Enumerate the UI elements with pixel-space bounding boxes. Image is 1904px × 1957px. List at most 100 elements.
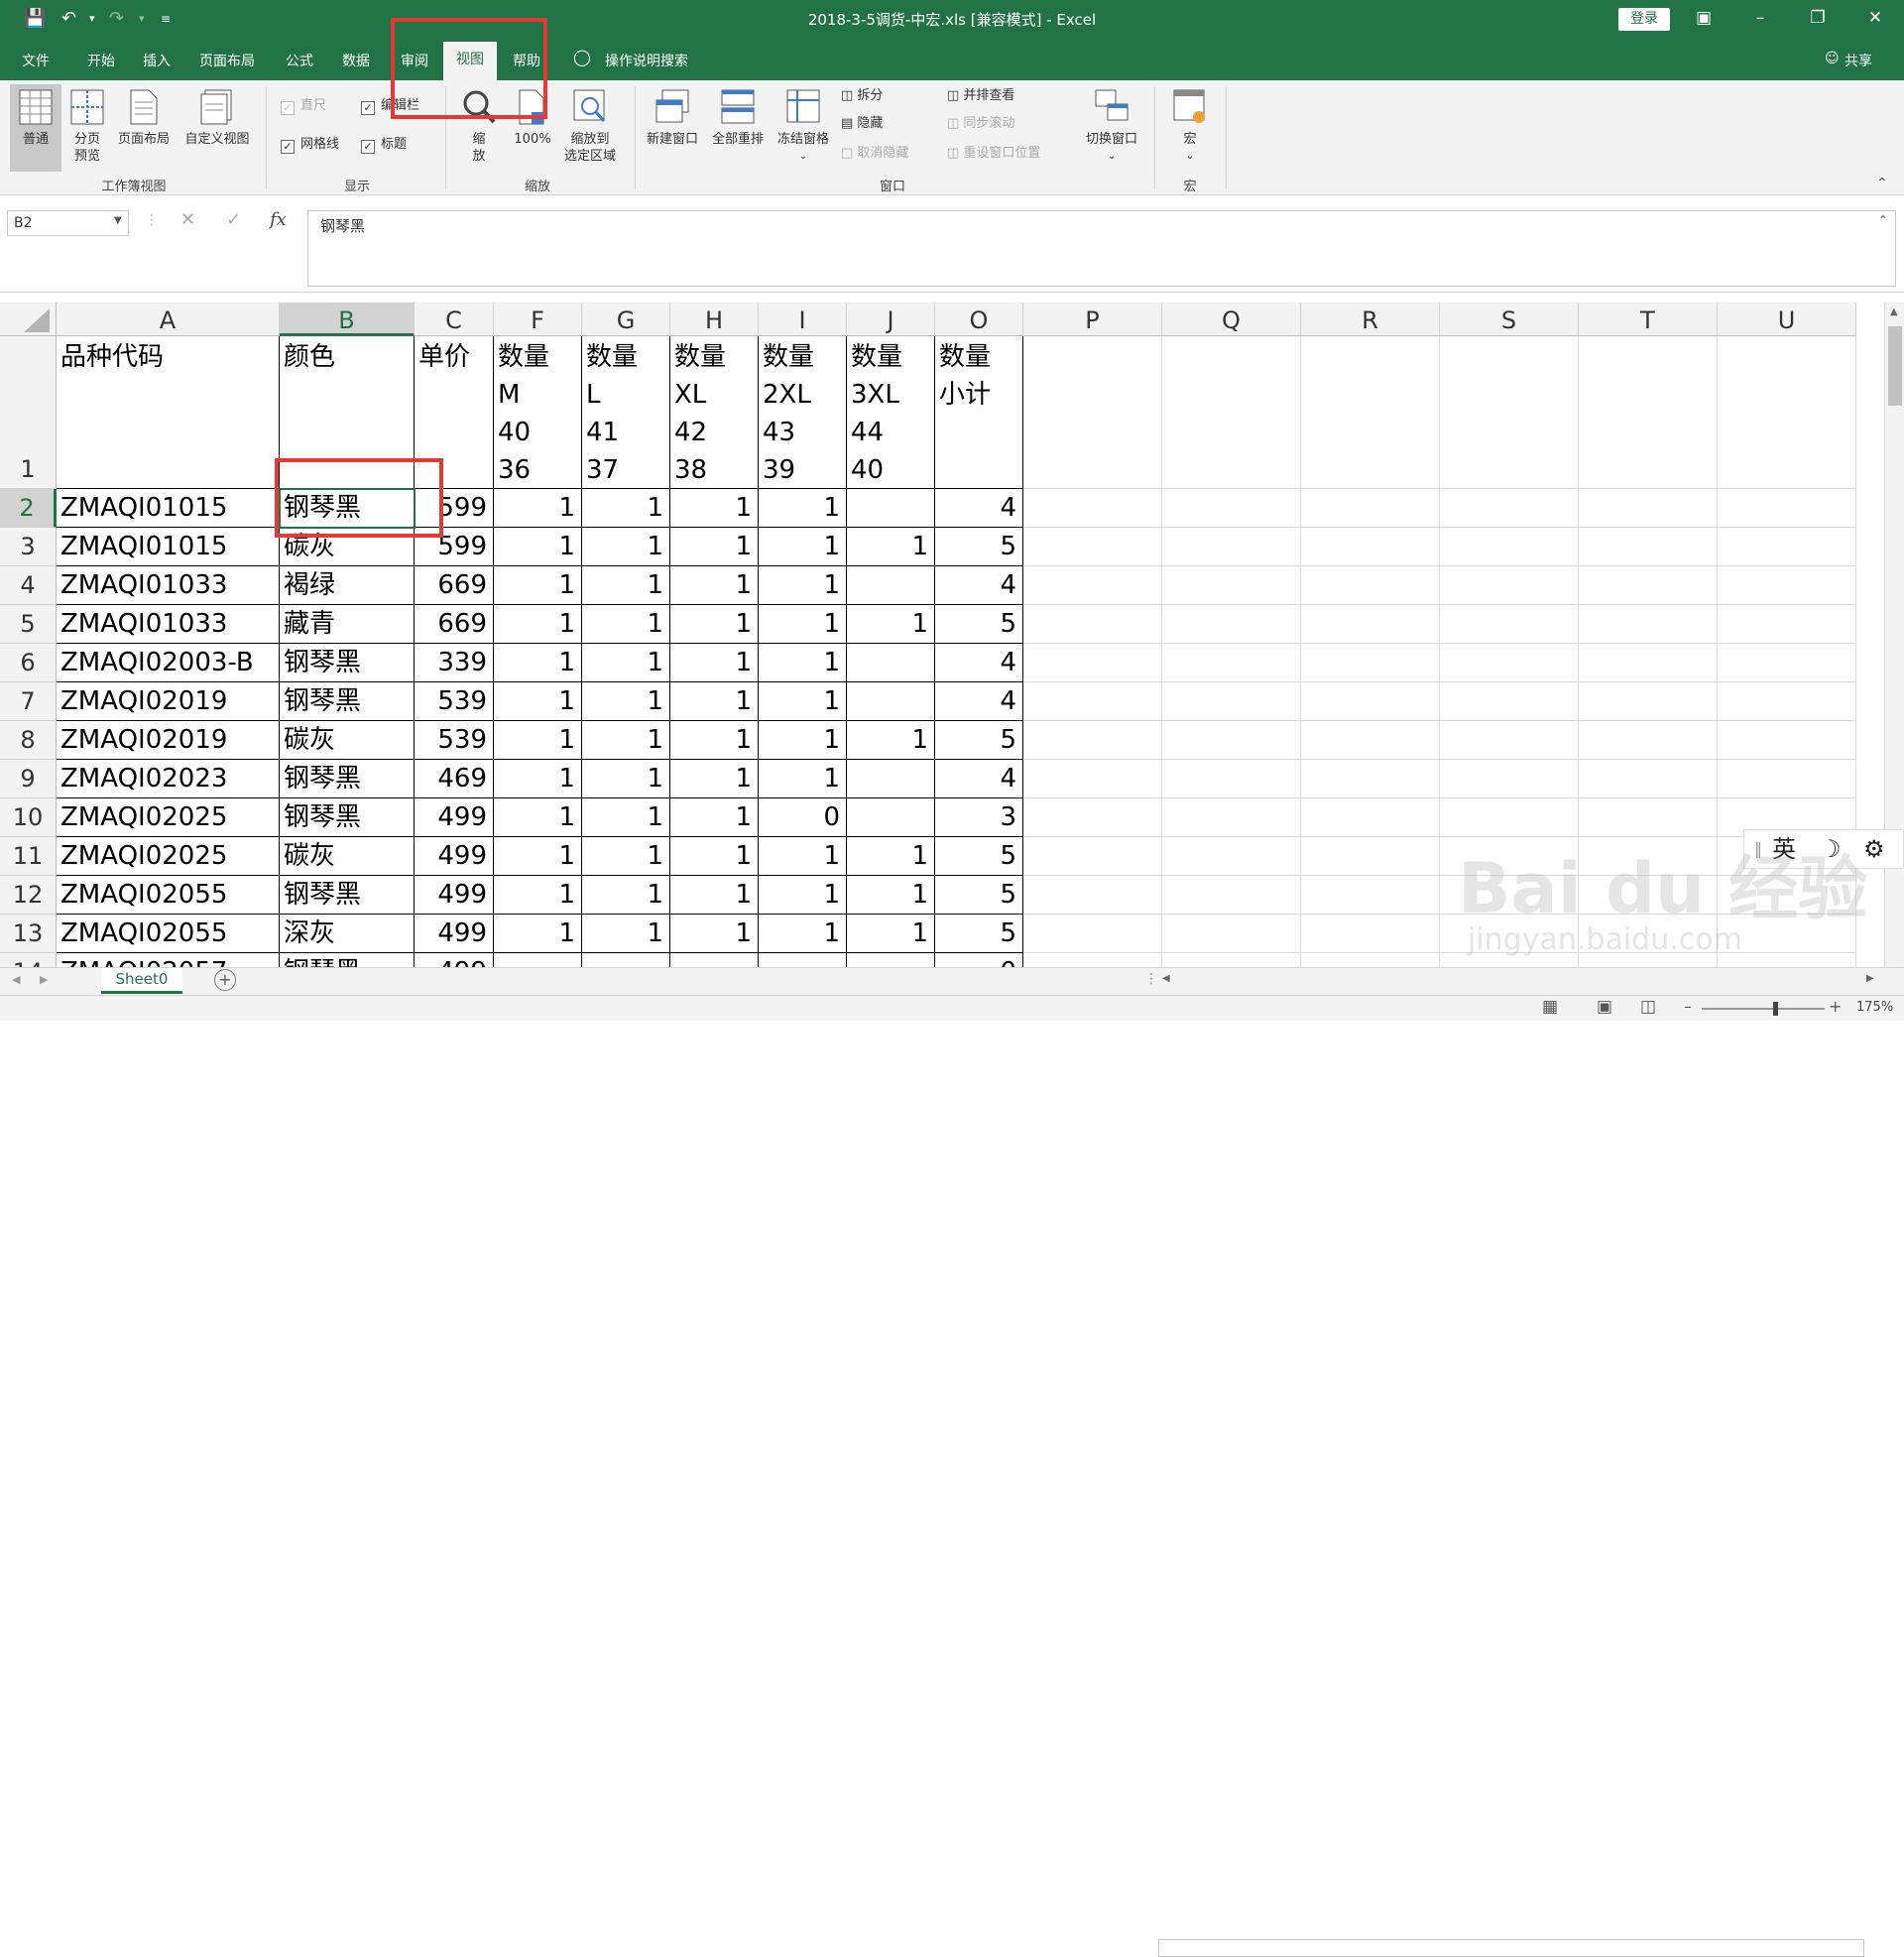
cell-i10[interactable]: 0 — [759, 798, 847, 837]
cell-i9[interactable]: 1 — [759, 760, 847, 798]
empty-cell[interactable] — [1162, 528, 1301, 566]
cell-g9[interactable]: 1 — [582, 760, 670, 798]
header-cell-i[interactable]: 数量 2XL 43 39 — [759, 336, 847, 489]
empty-cell[interactable] — [1579, 528, 1718, 566]
cell-j2[interactable] — [847, 489, 935, 528]
share-button[interactable]: 共享 — [1844, 51, 1872, 70]
column-header-h[interactable]: H — [670, 303, 759, 336]
tab-formulas[interactable]: 公式 — [286, 51, 313, 70]
column-header-q[interactable]: Q — [1162, 303, 1301, 336]
empty-cell[interactable] — [1301, 837, 1440, 876]
empty-cell[interactable] — [1162, 953, 1301, 967]
cell-c11[interactable]: 499 — [415, 837, 494, 876]
vertical-scroll-thumb[interactable] — [1888, 326, 1902, 406]
zoom-to-selection-button[interactable]: 缩放到 选定区域 — [557, 84, 623, 165]
row-header-8[interactable]: 8 — [0, 721, 57, 760]
empty-cell[interactable] — [1440, 644, 1579, 682]
cell-f8[interactable]: 1 — [494, 721, 582, 760]
header-cell-h[interactable]: 数量 XL 42 38 — [670, 336, 759, 489]
cell-o5[interactable]: 5 — [935, 605, 1023, 644]
normal-view-button[interactable]: 普通 — [10, 84, 61, 172]
cell-h13[interactable]: 1 — [670, 915, 759, 953]
close-icon[interactable]: ✕ — [1860, 6, 1890, 30]
cell-b11[interactable]: 碳灰 — [280, 837, 415, 876]
row-header-3[interactable]: 3 — [0, 528, 57, 566]
cell-h8[interactable]: 1 — [670, 721, 759, 760]
cell-h14[interactable] — [670, 953, 759, 967]
empty-cell[interactable] — [1718, 721, 1856, 760]
empty-cell[interactable] — [1718, 682, 1856, 721]
empty-cell[interactable] — [1579, 721, 1718, 760]
column-header-c[interactable]: C — [415, 303, 494, 336]
tab-insert[interactable]: 插入 — [143, 51, 171, 70]
cell-h2[interactable]: 1 — [670, 489, 759, 528]
horizontal-scrollbar[interactable] — [1158, 1939, 1864, 1957]
cell-f12[interactable]: 1 — [494, 876, 582, 915]
empty-cell[interactable] — [1718, 644, 1856, 682]
cell-b8[interactable]: 碳灰 — [280, 721, 415, 760]
cell-b14[interactable]: 钢琴黑 — [280, 953, 415, 967]
cell-i7[interactable]: 1 — [759, 682, 847, 721]
empty-cell[interactable] — [1162, 798, 1301, 837]
row-header-1[interactable]: 1 — [0, 336, 57, 489]
column-header-a[interactable]: A — [57, 303, 280, 336]
switch-windows-button[interactable]: 切换窗口 ⌄ — [1077, 84, 1146, 165]
normal-view-status-icon[interactable]: ▦ — [1542, 997, 1558, 1017]
zoom-level[interactable]: 175% — [1856, 1000, 1893, 1015]
cell-j11[interactable]: 1 — [847, 837, 935, 876]
header-cell-a[interactable]: 品种代码 — [57, 336, 280, 489]
cell-h10[interactable]: 1 — [670, 798, 759, 837]
cell-i13[interactable]: 1 — [759, 915, 847, 953]
column-header-u[interactable]: U — [1718, 303, 1856, 336]
column-header-p[interactable]: P — [1023, 303, 1162, 336]
select-all-corner[interactable] — [0, 303, 57, 336]
cell-a4[interactable]: ZMAQI01033 — [57, 566, 280, 605]
empty-cell[interactable] — [1301, 721, 1440, 760]
cell-f5[interactable]: 1 — [494, 605, 582, 644]
share-user-icon[interactable]: ☺ — [1825, 51, 1840, 66]
cell-j12[interactable]: 1 — [847, 876, 935, 915]
cell-b6[interactable]: 钢琴黑 — [280, 644, 415, 682]
cell-a8[interactable]: ZMAQI02019 — [57, 721, 280, 760]
empty-cell[interactable] — [1162, 760, 1301, 798]
header-cell-j[interactable]: 数量 3XL 44 40 — [847, 336, 935, 489]
custom-views-button[interactable]: 自定义视图 — [178, 84, 256, 148]
cell-j5[interactable]: 1 — [847, 605, 935, 644]
tell-me-search[interactable]: 操作说明搜索 — [605, 51, 688, 70]
cell-f7[interactable]: 1 — [494, 682, 582, 721]
cell-b4[interactable]: 褐绿 — [280, 566, 415, 605]
cell-b12[interactable]: 钢琴黑 — [280, 876, 415, 915]
tab-home[interactable]: 开始 — [87, 51, 115, 70]
empty-cell[interactable] — [1301, 605, 1440, 644]
column-header-t[interactable]: T — [1579, 303, 1718, 336]
cell-a12[interactable]: ZMAQI02055 — [57, 876, 280, 915]
tab-data[interactable]: 数据 — [342, 51, 370, 70]
cell-f14[interactable] — [494, 953, 582, 967]
empty-cell[interactable] — [1162, 644, 1301, 682]
empty-cell[interactable] — [1718, 566, 1856, 605]
empty-cell[interactable] — [1440, 336, 1579, 489]
restore-icon[interactable]: ❐ — [1803, 6, 1833, 30]
column-header-i[interactable]: I — [759, 303, 847, 336]
column-header-g[interactable]: G — [582, 303, 670, 336]
empty-cell[interactable] — [1301, 566, 1440, 605]
scroll-right-icon[interactable]: ▶ — [1866, 973, 1874, 984]
empty-cell[interactable] — [1301, 798, 1440, 837]
cell-c4[interactable]: 669 — [415, 566, 494, 605]
empty-cell[interactable] — [1579, 760, 1718, 798]
empty-cell[interactable] — [1162, 721, 1301, 760]
cell-a7[interactable]: ZMAQI02019 — [57, 682, 280, 721]
cell-i8[interactable]: 1 — [759, 721, 847, 760]
cell-h12[interactable]: 1 — [670, 876, 759, 915]
empty-cell[interactable] — [1162, 876, 1301, 915]
page-layout-status-icon[interactable]: ▣ — [1597, 997, 1612, 1017]
row-header-13[interactable]: 13 — [0, 915, 57, 953]
cell-g4[interactable]: 1 — [582, 566, 670, 605]
empty-cell[interactable] — [1023, 915, 1162, 953]
empty-cell[interactable] — [1718, 489, 1856, 528]
cell-g12[interactable]: 1 — [582, 876, 670, 915]
empty-cell[interactable] — [1023, 798, 1162, 837]
empty-cell[interactable] — [1162, 489, 1301, 528]
cell-i11[interactable]: 1 — [759, 837, 847, 876]
cell-o10[interactable]: 3 — [935, 798, 1023, 837]
